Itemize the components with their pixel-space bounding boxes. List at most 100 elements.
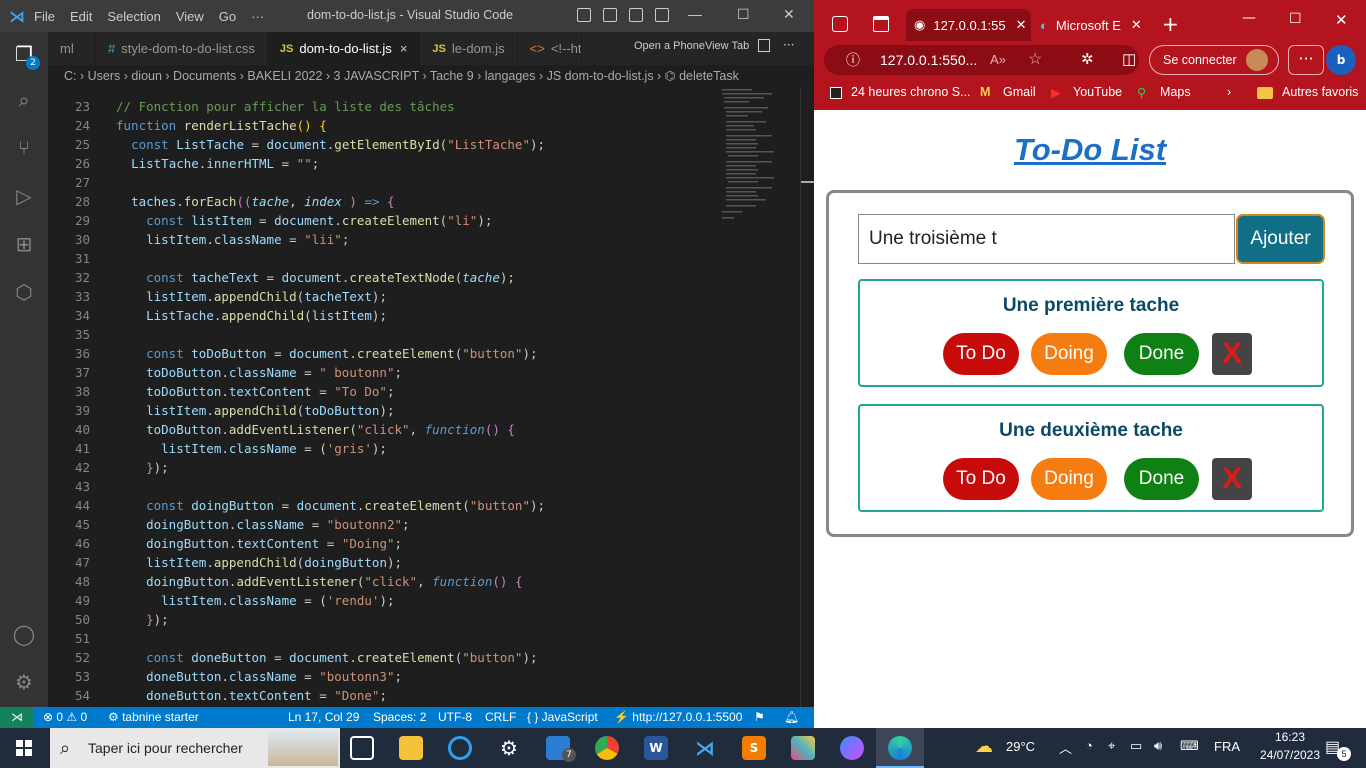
tab-actions-icon[interactable] <box>873 16 889 32</box>
doing-button[interactable]: Doing <box>1031 458 1107 500</box>
tab-close-icon[interactable]: × <box>400 41 408 56</box>
network-icon[interactable]: ◔ <box>1085 738 1093 753</box>
read-aloud-icon[interactable]: A» <box>990 45 1006 75</box>
task-input[interactable]: Une troisième t <box>858 214 1235 264</box>
code-line[interactable]: 24 function renderListTache() { <box>48 116 800 135</box>
tab-localhost[interactable]: ◉ 127.0.0.1:55 ✕ <box>906 9 1031 41</box>
file-explorer-icon[interactable] <box>399 736 423 760</box>
menu-selection[interactable]: Selection <box>107 9 160 24</box>
code-editor[interactable]: 23 // Fonction pour afficher la liste des… <box>48 87 800 707</box>
code-line[interactable]: 23 // Fonction pour afficher la liste des… <box>48 97 800 116</box>
signin-button[interactable]: Se connecter <box>1149 45 1279 75</box>
split-screen-icon[interactable]: ◫ <box>1122 45 1136 75</box>
settings-gear-icon[interactable]: ⚙ <box>12 670 36 694</box>
source-control-icon[interactable]: ⑂ <box>12 136 36 160</box>
indentation[interactable]: Spaces: 2 <box>373 707 426 728</box>
maximize-icon[interactable]: ☐ <box>737 6 750 23</box>
code-line[interactable]: 35 <box>48 325 800 344</box>
code-line[interactable]: 36 const toDoButton = document.createEle… <box>48 344 800 363</box>
cortana-icon[interactable] <box>448 736 472 760</box>
minimize-icon[interactable]: — <box>688 6 702 22</box>
toggle-secondary-sidebar-icon[interactable] <box>629 8 643 22</box>
clock-time[interactable]: 16:23 <box>1262 730 1318 744</box>
code-line[interactable]: 25 const ListTache = document.getElement… <box>48 135 800 154</box>
battery-icon[interactable]: ▭ <box>1130 738 1142 754</box>
app-icon[interactable] <box>791 736 815 760</box>
language-indicator[interactable]: FRA <box>1214 739 1240 754</box>
code-line[interactable]: 29 const listItem = document.createEleme… <box>48 211 800 230</box>
word-icon[interactable]: W <box>644 736 668 760</box>
extensions-icon[interactable]: ⊞ <box>12 232 36 256</box>
code-line[interactable]: 32 const tacheText = document.createText… <box>48 268 800 287</box>
encoding[interactable]: UTF-8 <box>438 707 472 728</box>
code-line[interactable]: 48 doingButton.addEventListener("click",… <box>48 572 800 591</box>
menu-more[interactable]: ··· <box>251 9 264 24</box>
code-line[interactable]: 45 doingButton.className = "boutonn2"; <box>48 515 800 534</box>
done-button[interactable]: Done <box>1124 458 1199 500</box>
keyboard-icon[interactable]: ⌨ <box>1180 738 1199 754</box>
code-line[interactable]: 37 toDoButton.className = " boutonn"; <box>48 363 800 382</box>
vscode-icon[interactable]: ⋊ <box>693 736 717 760</box>
live-server-status[interactable]: ⚡ http://127.0.0.1:5500 <box>614 707 742 728</box>
todo-button[interactable]: To Do <box>943 333 1019 375</box>
minimap[interactable] <box>718 87 800 227</box>
favorites-overflow-chevron-icon[interactable]: › <box>1227 85 1231 99</box>
tab-le-dom-js[interactable]: JS le-dom.js <box>420 32 518 65</box>
code-line[interactable]: 40 toDoButton.addEventListener("click", … <box>48 420 800 439</box>
windows-start-icon[interactable] <box>16 740 32 756</box>
notifications-bell-icon[interactable]: 🔔︎ <box>784 707 799 728</box>
code-line[interactable]: 51 <box>48 629 800 648</box>
code-line[interactable]: 30 listItem.className = "lii"; <box>48 230 800 249</box>
menu-go[interactable]: Go <box>219 9 236 24</box>
search-icon[interactable]: ⌕ <box>12 88 36 112</box>
code-line[interactable]: 27 <box>48 173 800 192</box>
code-line[interactable]: 34 ListTache.appendChild(listItem); <box>48 306 800 325</box>
problems-count[interactable]: ⊗ 0 ⚠ 0 <box>43 707 87 728</box>
tab-microsoft[interactable]: ◐ Microsoft E ✕ <box>1040 9 1150 41</box>
close-icon[interactable]: ✕ <box>1335 11 1348 29</box>
menu-edit[interactable]: Edit <box>70 9 92 24</box>
code-line[interactable]: 53 doneButton.className = "boutonn3"; <box>48 667 800 686</box>
site-info-icon[interactable]: ⓘ <box>846 45 860 75</box>
bing-chat-icon[interactable]: b <box>1326 45 1356 75</box>
tab-style-css[interactable]: # style-dom-to-do-list.css <box>96 32 268 65</box>
taskbar-search[interactable]: ⌕ Taper ici pour rechercher <box>50 728 340 768</box>
line-ending[interactable]: CRLF <box>485 707 516 728</box>
workspaces-icon[interactable] <box>832 16 848 32</box>
code-line[interactable]: 50 }); <box>48 610 800 629</box>
clock-date[interactable]: 24/07/2023 <box>1256 748 1324 762</box>
tray-chevron-icon[interactable]: ︿ <box>1059 738 1072 757</box>
tab-dom-to-do-list-js[interactable]: JS dom-to-do-list.js × <box>267 32 421 65</box>
favorite-star-icon[interactable]: ☆ <box>1028 45 1042 75</box>
minimize-icon[interactable]: — <box>1242 10 1256 26</box>
customize-layout-icon[interactable] <box>655 8 669 22</box>
tab-html-comment[interactable]: <> <!--ht <box>518 32 582 65</box>
code-line[interactable]: 52 const doneButton = document.createEle… <box>48 648 800 667</box>
phoneview-button[interactable]: Open a PhoneView Tab <box>634 40 749 52</box>
code-line[interactable]: 31 <box>48 249 800 268</box>
fav-gmail[interactable]: Gmail <box>1003 85 1036 99</box>
feedback-icon[interactable]: ⚑ <box>754 707 765 728</box>
location-icon[interactable]: ⌖ <box>1108 738 1115 754</box>
fav-other-favorites[interactable]: Autres favoris <box>1282 85 1358 99</box>
code-line[interactable]: 38 toDoButton.textContent = "To Do"; <box>48 382 800 401</box>
extensions-icon[interactable]: ✲ <box>1081 45 1094 75</box>
code-line[interactable]: 44 const doingButton = document.createEl… <box>48 496 800 515</box>
add-task-button[interactable]: Ajouter <box>1236 214 1325 264</box>
settings-more-button[interactable]: ··· <box>1288 45 1324 75</box>
code-line[interactable]: 54 doneButton.textContent = "Done"; <box>48 686 800 705</box>
tabnine-status[interactable]: ⚙ tabnine starter <box>108 707 199 728</box>
edge-taskbar-active[interactable] <box>876 728 924 768</box>
code-line[interactable]: 43 <box>48 477 800 496</box>
breadcrumb[interactable]: C: › Users › dioun › Documents › BAKELI … <box>48 65 814 87</box>
code-line[interactable]: 33 listItem.appendChild(tacheText); <box>48 287 800 306</box>
code-line[interactable]: 26 ListTache.innerHTML = ""; <box>48 154 800 173</box>
tab-close-icon[interactable]: ✕ <box>1131 17 1142 33</box>
toggle-sidebar-icon[interactable] <box>577 8 591 22</box>
more-actions-icon[interactable]: ··· <box>783 38 794 52</box>
code-line[interactable]: 39 listItem.appendChild(toDoButton); <box>48 401 800 420</box>
language-mode[interactable]: { } JavaScript <box>527 707 598 728</box>
fav-24-heures[interactable]: 24 heures chrono S... <box>851 85 971 99</box>
fav-youtube[interactable]: YouTube <box>1073 85 1122 99</box>
remote-indicator-icon[interactable]: ⋊ <box>0 707 34 728</box>
